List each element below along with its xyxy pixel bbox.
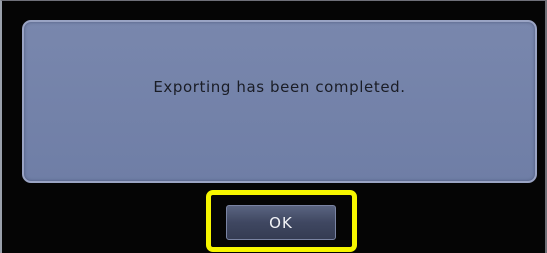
dialog-message: Exporting has been completed. [153, 78, 406, 96]
ok-button[interactable]: OK [226, 205, 336, 240]
export-complete-dialog: Exporting has been completed. OK [0, 0, 547, 253]
message-panel: Exporting has been completed. [22, 20, 537, 183]
